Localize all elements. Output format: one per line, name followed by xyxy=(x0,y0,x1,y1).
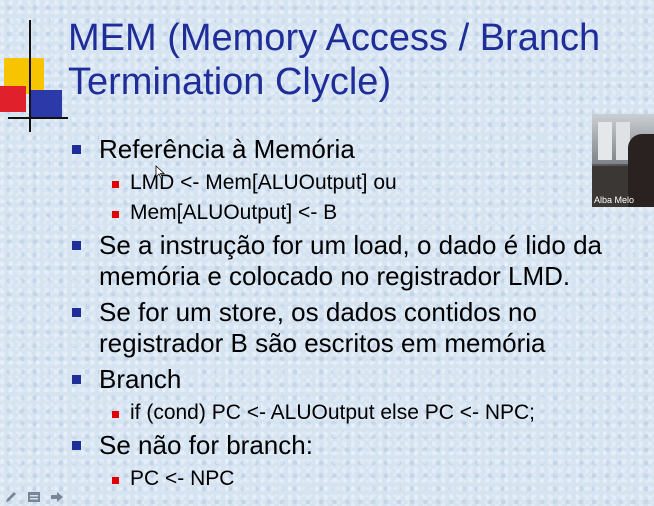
sub-bullet-item: if (cond) PC <- ALUOutput else PC <- NPC… xyxy=(72,400,652,426)
bullet-item: Se for um store, os dados contidos no re… xyxy=(72,297,652,359)
slides-menu-icon[interactable] xyxy=(27,490,41,504)
pen-icon[interactable] xyxy=(4,490,18,504)
next-arrow-icon[interactable] xyxy=(50,490,64,504)
slideshow-toolbar xyxy=(4,490,64,504)
red-bullet-icon xyxy=(112,411,119,418)
sub-bullet-text: LMD <- Mem[ALUOutput] ou xyxy=(130,171,397,194)
red-bullet-icon xyxy=(112,477,119,484)
mouse-cursor-icon xyxy=(155,165,165,179)
blue-bullet-icon xyxy=(72,308,81,317)
sub-bullet-text: Mem[ALUOutput] <- B xyxy=(130,201,338,224)
sub-bullet-text: if (cond) PC <- ALUOutput else PC <- NPC… xyxy=(130,401,535,424)
red-bullet-icon xyxy=(112,211,119,218)
bullet-text: Se for um store, os dados contidos no re… xyxy=(99,297,546,358)
webcam-video-tile[interactable]: Alba Melo xyxy=(592,114,654,207)
blue-bullet-icon xyxy=(72,375,81,384)
bullet-item: Referência à Memória xyxy=(72,134,652,165)
bullet-text: Se a instrução for um load, o dado é lid… xyxy=(99,230,602,291)
bullet-text: Branch xyxy=(99,364,182,394)
bullet-item: Se a instrução for um load, o dado é lid… xyxy=(72,230,652,292)
blue-bullet-icon xyxy=(72,241,81,250)
bullet-item: Se não for branch: xyxy=(72,430,652,461)
bullet-list: Referência à Memória LMD <- Mem[ALUOutpu… xyxy=(72,134,652,496)
webcam-name-label: Alba Melo xyxy=(594,195,635,205)
bullet-text: Se não for branch: xyxy=(99,430,313,460)
sub-bullet-text: PC <- NPC xyxy=(130,467,235,490)
sub-bullet-item: PC <- NPC xyxy=(72,466,652,492)
slide-title: MEM (Memory Access / Branch Termination … xyxy=(68,17,601,103)
bullet-item: Branch xyxy=(72,364,652,395)
bullet-text: Referência à Memória xyxy=(99,134,355,164)
blue-bullet-icon xyxy=(72,145,81,154)
sub-bullet-item: Mem[ALUOutput] <- B xyxy=(72,200,652,226)
decorative-squares-logo xyxy=(0,20,68,132)
red-bullet-icon xyxy=(112,181,119,188)
blue-bullet-icon xyxy=(72,441,81,450)
